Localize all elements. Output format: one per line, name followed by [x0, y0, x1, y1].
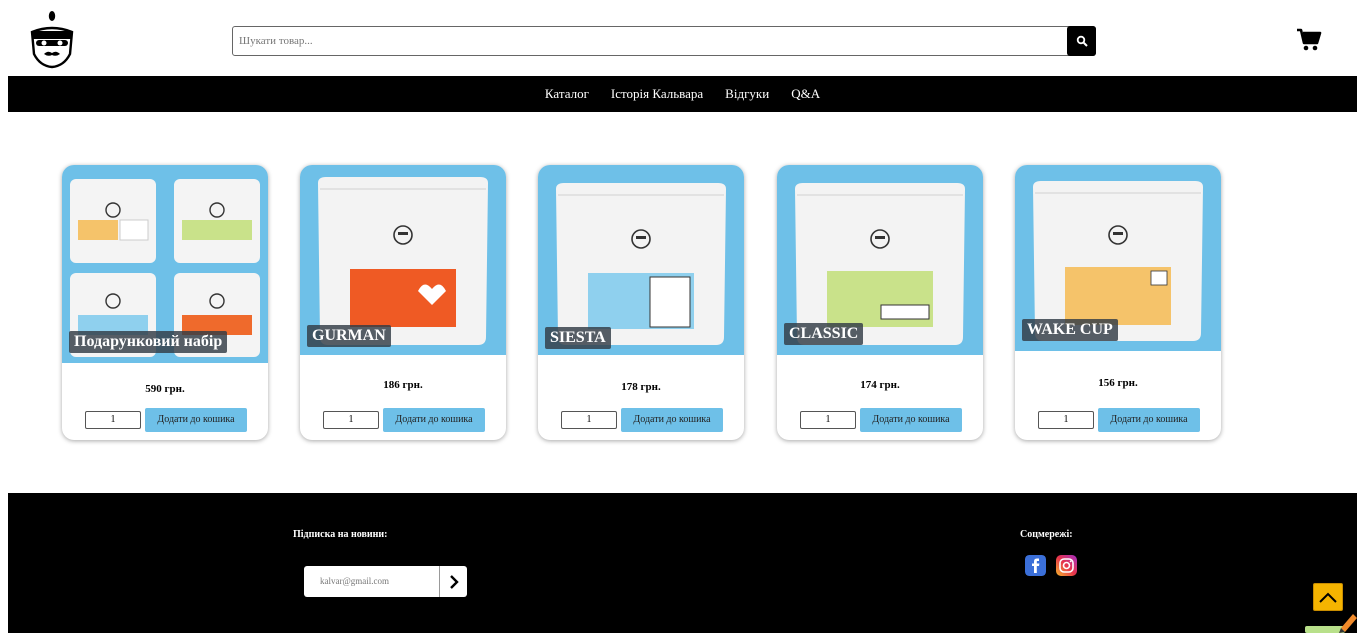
product-title[interactable]: CLASSIC: [784, 323, 864, 345]
product-title[interactable]: WAKE CUP: [1022, 319, 1118, 341]
add-to-cart-button[interactable]: Додати до кошика: [860, 408, 962, 432]
product-price: 178 грн.: [621, 381, 661, 393]
main-nav: Каталог Історія Кальвара Відгуки Q&A: [8, 76, 1357, 112]
coffee-mascot-logo-icon[interactable]: [26, 10, 78, 70]
chevron-right-icon: [449, 574, 459, 589]
quantity-input[interactable]: 1: [323, 411, 379, 429]
subscribe-button[interactable]: [439, 566, 467, 597]
chevron-up-icon: [1319, 592, 1337, 603]
header: [0, 0, 1357, 76]
social-label: Соцмережі:: [1020, 529, 1073, 540]
quantity-input[interactable]: 1: [800, 411, 856, 429]
product-price: 186 грн.: [383, 379, 423, 391]
nav-item-catalog[interactable]: Каталог: [545, 86, 589, 102]
product-title[interactable]: SIESTA: [545, 327, 611, 349]
subscribe-label: Підписка на новини:: [293, 529, 388, 540]
search-icon: [1076, 35, 1088, 47]
product-price: 590 грн.: [145, 383, 185, 395]
add-to-cart-button[interactable]: Додати до кошика: [145, 408, 247, 432]
add-to-cart-button[interactable]: Додати до кошика: [621, 408, 723, 432]
scroll-to-top-button[interactable]: [1313, 583, 1343, 611]
product-card: WAKE CUP 156 грн. 1 Додати до кошика: [1015, 165, 1221, 440]
nav-item-qa[interactable]: Q&A: [791, 86, 820, 102]
product-card: SIESTA 178 грн. 1 Додати до кошика: [538, 165, 744, 440]
nav-item-history[interactable]: Історія Кальвара: [611, 86, 703, 102]
facebook-icon[interactable]: [1025, 555, 1046, 576]
product-card: GURMAN 186 грн. 1 Додати до кошика: [300, 165, 506, 440]
product-card: CLASSIC 174 грн. 1 Додати до кошика: [777, 165, 983, 440]
email-field[interactable]: kalvar@gmail.com: [304, 566, 439, 597]
search-input[interactable]: [233, 27, 1068, 55]
cart-icon[interactable]: [1296, 28, 1322, 52]
quantity-input[interactable]: 1: [85, 411, 141, 429]
quantity-input[interactable]: 1: [1038, 411, 1094, 429]
add-to-cart-button[interactable]: Додати до кошика: [1098, 408, 1200, 432]
nav-item-reviews[interactable]: Відгуки: [725, 86, 769, 102]
instagram-icon[interactable]: [1056, 555, 1077, 576]
product-card: Подарунковий набір 590 грн. 1 Додати до …: [62, 165, 268, 440]
search-box: [232, 26, 1096, 56]
quantity-input[interactable]: 1: [561, 411, 617, 429]
footer: Підписка на новини: kalvar@gmail.com Соц…: [8, 493, 1357, 633]
product-title[interactable]: Подарунковий набір: [69, 331, 228, 353]
product-price: 156 грн.: [1098, 377, 1138, 389]
add-to-cart-button[interactable]: Додати до кошика: [383, 408, 485, 432]
product-title[interactable]: GURMAN: [307, 325, 391, 347]
search-button[interactable]: [1067, 26, 1096, 56]
product-price: 174 грн.: [860, 379, 900, 391]
pencil-icon[interactable]: [1305, 612, 1357, 633]
